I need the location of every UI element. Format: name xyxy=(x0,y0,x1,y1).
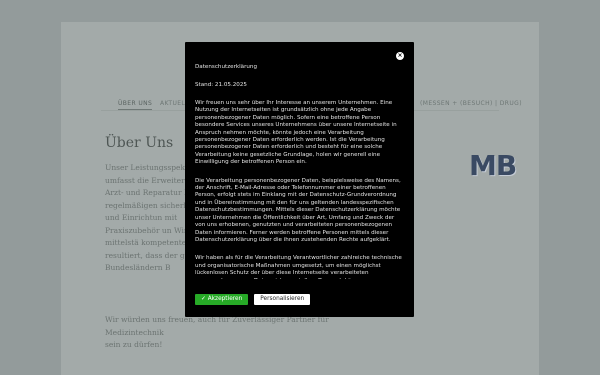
dialog-paragraph-2: Die Verarbeitung personenbezogener Daten… xyxy=(195,177,401,243)
page-title: Über Uns xyxy=(105,135,174,151)
closing-paragraph: Wir würden uns freuen, auch für Zuverläs… xyxy=(105,314,375,352)
nav-item-messen[interactable]: (MESSEN + (BESUCH) | DRUG) xyxy=(420,100,522,107)
closing-text-1: Wir würden uns freuen, auch für Zuverläs… xyxy=(105,315,329,337)
dialog-paragraph-3: Wir haben als für die Verarbeitung Veran… xyxy=(195,255,402,279)
privacy-dialog-body[interactable]: Datenschutzerklärung Stand: 21.05.2025 W… xyxy=(195,63,404,279)
dialog-paragraph-1: Wir freuen uns sehr über Ihr Interesse a… xyxy=(195,100,397,166)
privacy-dialog: × Datenschutzerklärung Stand: 21.05.2025… xyxy=(185,42,414,317)
personalize-button[interactable]: Personalisieren xyxy=(254,294,311,305)
dialog-actions: ✓ Akzeptieren Personalisieren xyxy=(195,294,311,305)
closing-text-2: sein zu dürfen! xyxy=(105,340,163,349)
accept-button[interactable]: ✓ Akzeptieren xyxy=(195,294,249,305)
company-logo: MB xyxy=(469,149,517,182)
close-icon[interactable]: × xyxy=(396,52,404,60)
dialog-title: Datenschutzerklärung xyxy=(195,64,258,70)
dialog-date: Stand: 21.05.2025 xyxy=(195,82,247,88)
nav-item-ueber-uns[interactable]: ÜBER UNS xyxy=(118,100,153,110)
